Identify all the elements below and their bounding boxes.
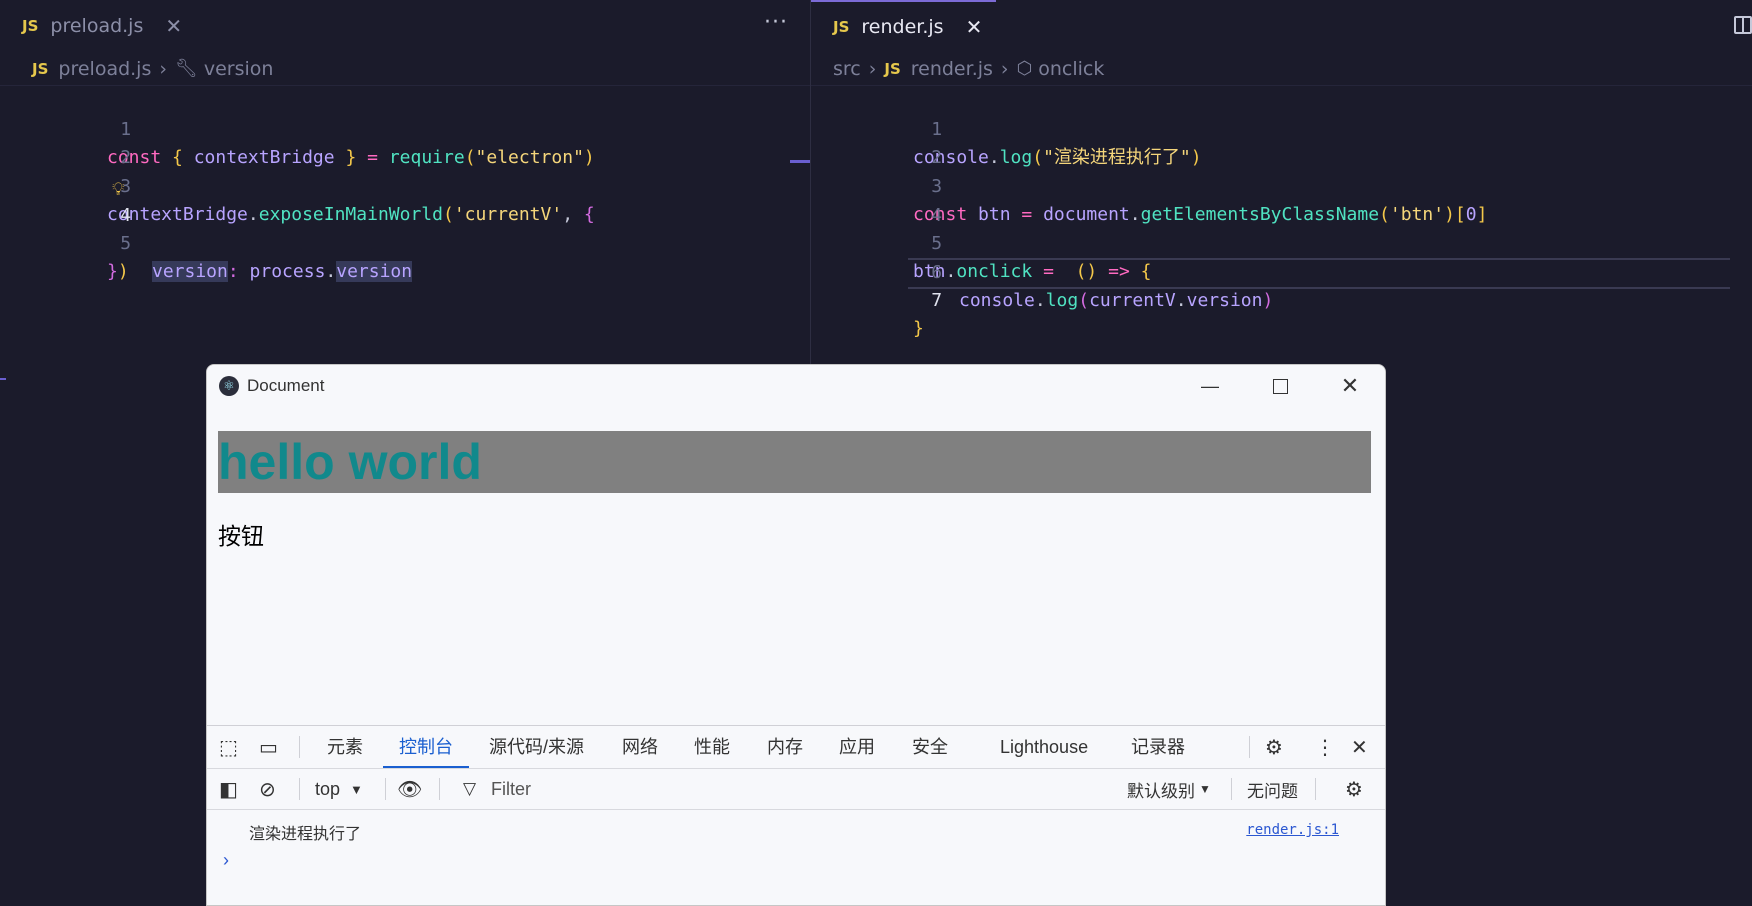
minimap-indicator — [790, 160, 810, 163]
devtools-tab-bar: ⬚ ▭ 元素 控制台 源代码/来源 网络 性能 内存 应用 安全 Lightho… — [207, 726, 1385, 769]
more-options-icon[interactable]: ⋮ — [1315, 726, 1335, 768]
eye-icon[interactable]: 👁︎ — [397, 769, 422, 809]
cube-icon: ⬡ — [1016, 58, 1033, 79]
log-level-select[interactable]: 默认级别 ▼ — [1127, 769, 1211, 809]
chevron-right-icon: › — [868, 57, 877, 80]
code-line: 7 } — [811, 259, 1752, 339]
tab-label: render.js — [861, 16, 944, 38]
divider — [299, 778, 300, 800]
chevron-right-icon: › — [159, 57, 167, 80]
divider — [299, 736, 300, 758]
close-devtools-icon[interactable]: ✕ — [1351, 726, 1368, 768]
close-icon[interactable]: ✕ — [966, 15, 983, 39]
code-line: 4 — [811, 174, 1752, 226]
sidebar-toggle-icon[interactable]: ◧ — [219, 769, 238, 809]
tab-lighthouse[interactable]: Lighthouse — [1000, 726, 1088, 768]
console-settings-gear-icon[interactable]: ⚙ — [1345, 769, 1363, 809]
console-log-entry: 渲染进程执行了 render.js:1 — [207, 810, 1385, 846]
dropdown-arrow-icon: ▼ — [1199, 782, 1211, 796]
code-line: 4 💡︎ version: process.version — [0, 174, 810, 282]
divider — [1249, 736, 1250, 758]
window-title: Document — [247, 376, 325, 395]
tab-performance[interactable]: 性能 — [694, 726, 730, 768]
line-number: 7 — [931, 290, 943, 311]
tab-memory[interactable]: 内存 — [767, 726, 803, 768]
js-file-icon: JS — [32, 59, 49, 78]
tab-console[interactable]: 控制台 — [383, 726, 469, 768]
scroll-marker — [0, 378, 6, 380]
js-file-icon: JS — [884, 59, 901, 78]
breadcrumb-folder[interactable]: src — [833, 58, 861, 80]
log-source-link[interactable]: render.js:1 — [1246, 822, 1339, 838]
device-toolbar-icon[interactable]: ▭ — [259, 726, 278, 768]
page-heading: hello world — [218, 431, 1371, 493]
breadcrumb: JS preload.js › 🔧︎ version — [0, 52, 810, 86]
minimize-button[interactable]: — — [1175, 365, 1245, 407]
dropdown-arrow-icon: ▼ — [350, 781, 363, 797]
window-titlebar[interactable]: ⚛ Document — ✕ — [207, 365, 1385, 407]
code-line: 3 contextBridge.exposeInMainWorld('curre… — [0, 145, 810, 225]
js-file-icon: JS — [22, 17, 39, 35]
js-file-icon: JS — [833, 18, 850, 36]
code-line: 3 const btn = document.getElementsByClas… — [811, 145, 1752, 225]
log-level-value: 默认级别 — [1127, 781, 1195, 801]
context-select[interactable]: top ▼ — [315, 769, 363, 809]
divider — [1315, 778, 1316, 800]
close-icon[interactable]: ✕ — [165, 14, 182, 38]
tab-preload-js[interactable]: JS preload.js ✕ — [0, 0, 196, 52]
code-line: 1 const { contextBridge } = require("ele… — [0, 88, 810, 168]
maximize-button[interactable] — [1245, 365, 1315, 407]
chevron-right-icon: › — [1000, 57, 1009, 80]
code-line: 2 — [811, 116, 1752, 168]
electron-icon: ⚛ — [219, 376, 239, 396]
breadcrumb-symbol[interactable]: version — [204, 58, 274, 80]
context-value: top — [315, 778, 341, 799]
code-line: 5 }) — [0, 202, 810, 282]
filter-icon: ▽ — [463, 779, 477, 798]
wrench-icon: 🔧︎ — [174, 58, 198, 79]
console-toolbar: ◧ ⊘ top ▼ 👁︎ ▽ Filter 默认级别 ▼ 无问题 ⚙ — [207, 769, 1385, 810]
divider — [439, 778, 440, 800]
tab-security[interactable]: 安全 — [912, 726, 948, 768]
app-window: ⚛ Document — ✕ hello world 按钮 ⬚ ▭ 元素 控制台… — [206, 364, 1386, 906]
page-content: hello world 按钮 — [207, 407, 1385, 667]
issues-button[interactable]: 无问题 — [1247, 769, 1298, 809]
breadcrumb-file[interactable]: preload.js — [58, 58, 151, 80]
tab-application[interactable]: 应用 — [839, 726, 875, 768]
lightbulb-icon[interactable]: 💡︎ — [112, 176, 125, 204]
clear-console-icon[interactable]: ⊘ — [259, 769, 276, 809]
log-message: 渲染进程执行了 — [249, 826, 362, 843]
split-editor-icon[interactable] — [1734, 16, 1752, 34]
code-line: 6 console.log(currentV.version) — [811, 231, 1752, 311]
filter-input[interactable]: Filter — [491, 769, 531, 809]
tab-sources[interactable]: 源代码/来源 — [489, 726, 584, 768]
breadcrumb-file[interactable]: render.js — [911, 58, 993, 80]
line-number: 5 — [120, 233, 132, 254]
tab-bar-left: JS preload.js ✕ ··· — [0, 0, 810, 52]
divider — [1231, 778, 1232, 800]
tab-render-js[interactable]: JS render.js ✕ — [811, 0, 997, 52]
more-actions-icon[interactable]: ··· — [764, 10, 788, 35]
close-window-button[interactable]: ✕ — [1315, 365, 1385, 407]
code-line: 2 — [0, 116, 810, 168]
breadcrumb-symbol[interactable]: onclick — [1038, 58, 1104, 80]
inspect-element-icon[interactable]: ⬚ — [219, 726, 238, 768]
devtools-panel: ⬚ ▭ 元素 控制台 源代码/来源 网络 性能 内存 应用 安全 Lightho… — [207, 725, 1385, 905]
tab-label: preload.js — [50, 15, 144, 37]
settings-gear-icon[interactable]: ⚙ — [1265, 726, 1283, 768]
maximize-icon — [1272, 378, 1288, 394]
tab-recorder[interactable]: 记录器 — [1131, 726, 1185, 768]
tab-network[interactable]: 网络 — [622, 726, 658, 768]
divider — [385, 778, 386, 800]
tab-elements[interactable]: 元素 — [327, 726, 363, 768]
breadcrumb: src › JS render.js › ⬡ onclick — [811, 52, 1752, 86]
code-line: 1 console.log("渲染进程执行了") — [811, 88, 1752, 168]
console-prompt-icon[interactable]: › — [223, 850, 229, 871]
code-line: 5 btn.onclick = () => { — [811, 202, 1752, 282]
tab-bar-right: JS render.js ✕ — [811, 0, 1752, 52]
btn-element[interactable]: 按钮 — [218, 517, 264, 551]
